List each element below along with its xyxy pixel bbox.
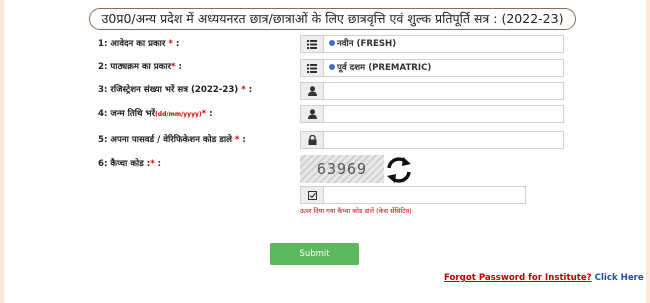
refresh-captcha-icon[interactable] [384,155,414,185]
captcha-image: 63969 [300,155,384,183]
user-icon [301,83,324,99]
captcha-hint: ऊपर दिया गया कैप्चा कोड डालें (केस सेंसि… [300,207,412,215]
page-title-text: उ0प्र0/अन्य प्रदेश में अध्ययनरत छात्र/छा… [101,11,564,26]
application-type-select[interactable]: नवीन (FRESH) [300,35,564,53]
click-here-link[interactable]: Click Here [595,273,644,283]
captcha-code: 63969 [316,160,368,178]
field-label-date-of-birth: 4: जन्म तिथि भरें(dd/mm/yyyy)* : [98,109,213,119]
field-label-course-type: 2: पाठ्यक्रम का प्रकार* : [98,62,182,72]
list-icon [301,60,324,76]
date-of-birth-input[interactable] [300,105,564,123]
forgot-password-link[interactable]: Forgot Password for Institute? [444,273,592,283]
field-label-registration-number: 3: रजिस्ट्रेशन संख्या भरें सत्र (2022-23… [98,85,253,95]
field-label-password: 5: अपना पासवर्ड / वेरिफिकेशन कोड डाले * … [98,135,246,145]
user-icon [301,106,324,122]
list-icon [301,36,324,52]
submit-button[interactable]: Submit [270,243,359,265]
password-input[interactable] [300,131,564,149]
application-type-radio[interactable]: नवीन (FRESH) [329,36,396,52]
course-type-radio[interactable]: पूर्व दशम (PREMATRIC) [329,60,431,76]
captcha-input[interactable] [300,186,526,204]
checkbox-edit-icon [301,187,324,203]
field-label-captcha: 6: कैप्चा कोड :* : [98,159,162,169]
field-label-application-type: 1: आवेदन का प्रकार * : [98,39,180,49]
form-panel: उ0प्र0/अन्य प्रदेश में अध्ययनरत छात्र/छा… [4,0,646,303]
registration-number-input[interactable] [300,82,564,100]
radio-selected-icon [329,39,335,46]
forgot-password: Forgot Password for Institute? Click Her… [444,273,644,283]
lock-icon [301,132,324,148]
radio-selected-icon [329,63,335,70]
page-title: उ0प्र0/अन्य प्रदेश में अध्ययनरत छात्र/छा… [89,8,576,30]
course-type-select[interactable]: पूर्व दशम (PREMATRIC) [300,59,564,77]
